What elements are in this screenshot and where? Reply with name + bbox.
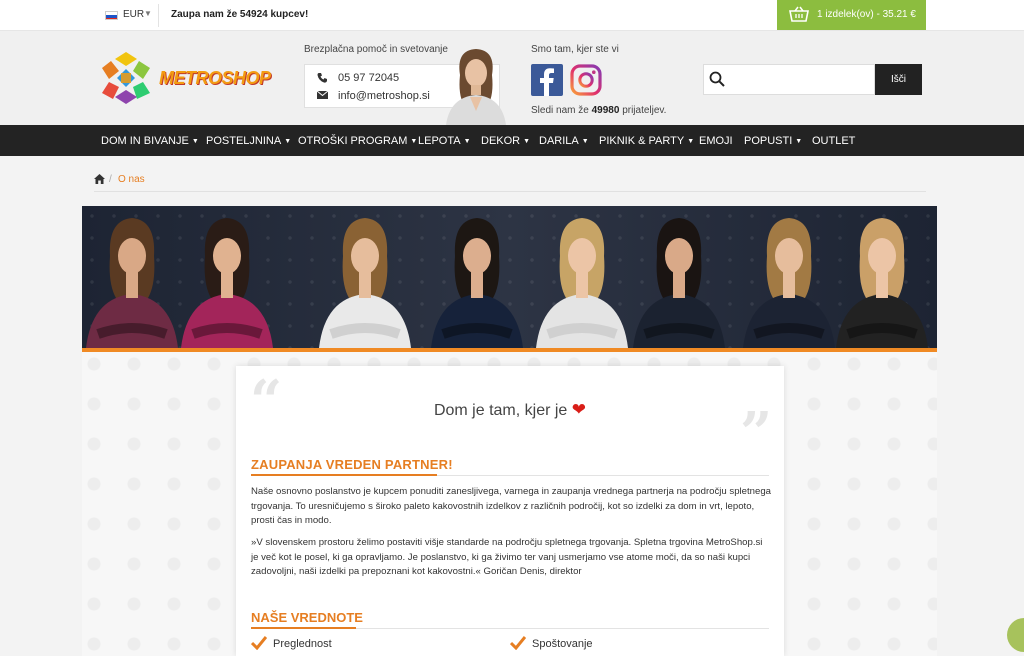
instagram-icon[interactable]	[570, 64, 602, 96]
paragraph-quote: »V slovenskem prostoru želimo postaviti …	[251, 537, 763, 577]
team-member	[743, 218, 835, 348]
mail-icon	[317, 91, 328, 99]
cart-summary: 1 izdelek(ov) - 35.21 €	[817, 9, 916, 20]
about-card: “ ” Dom je tam, kjer je ❤ ZAUPANJA VREDE…	[236, 366, 784, 656]
facebook-f-icon	[540, 68, 554, 96]
top-bar: EUR ▼ Zaupa nam že 54924 kupcev! 1 izdel…	[0, 0, 1024, 31]
nav-item-dom-in-bivanje[interactable]: DOM IN BIVANJE ▼	[101, 135, 199, 147]
metroshop-logo-icon	[102, 52, 150, 104]
heart-icon: ❤	[571, 400, 587, 419]
nav-item-lepota[interactable]: LEPOTA ▼	[418, 135, 471, 147]
cart-button[interactable]: 1 izdelek(ov) - 35.21 €	[777, 0, 926, 30]
logo[interactable]: METROSHOP	[97, 49, 271, 107]
breadcrumb-current: O nas	[118, 174, 145, 185]
heading-underline	[251, 474, 437, 476]
help-title: Brezplačna pomoč in svetovanje	[304, 44, 448, 55]
email-link[interactable]: info@metroshop.si	[338, 90, 430, 102]
caret-down-icon: ▼	[284, 138, 292, 145]
nav-item-outlet[interactable]: OUTLET	[812, 135, 858, 147]
team-member	[86, 218, 178, 348]
slovenia-flag-icon[interactable]	[105, 11, 118, 20]
nav-item-dekor[interactable]: DEKOR ▼	[481, 135, 530, 147]
team-member	[181, 218, 273, 348]
trust-message: Zaupa nam že 54924 kupcev!	[171, 9, 309, 20]
team-member	[319, 218, 411, 348]
team-member	[633, 218, 725, 348]
support-agent-photo	[446, 49, 506, 125]
phone-number[interactable]: 05 97 72045	[338, 72, 399, 84]
heading-underline	[251, 627, 356, 629]
motto: Dom je tam, kjer je ❤	[433, 400, 587, 419]
divider	[94, 191, 926, 192]
team-photo	[86, 218, 928, 348]
divider	[158, 4, 159, 27]
nav-item-popusti[interactable]: POPUSTI ▼	[744, 135, 802, 147]
heading-partner: ZAUPANJA VREDEN PARTNER!	[251, 457, 453, 472]
check-icon	[251, 636, 267, 650]
chevron-down-icon[interactable]: ▼	[144, 9, 152, 18]
paragraph-mission: Naše osnovno poslanstvo je kupcem ponudi…	[251, 486, 772, 526]
nav-item-otroski-program[interactable]: OTROŠKI PROGRAM ▼	[298, 135, 417, 147]
header: METROSHOP Brezplačna pomoč in svetovanje…	[0, 31, 1024, 125]
check-icon	[510, 636, 526, 650]
caret-down-icon: ▼	[463, 138, 471, 145]
caret-down-icon: ▼	[410, 138, 418, 145]
caret-down-icon: ▼	[523, 138, 531, 145]
social-title: Smo tam, kjer ste vi	[531, 44, 619, 55]
phone-icon	[317, 73, 327, 83]
nav-item-posteljnina[interactable]: POSTELJNINA ▼	[206, 135, 291, 147]
caret-down-icon: ▼	[687, 138, 695, 145]
currency-selector[interactable]: EUR	[123, 9, 144, 20]
follower-count: 49980	[591, 105, 620, 116]
main-nav: DOM IN BIVANJE ▼ POSTELJNINA ▼ OTROŠKI PRO…	[0, 125, 1024, 156]
team-banner	[82, 206, 937, 348]
nav-item-darila[interactable]: DARILA ▼	[539, 135, 589, 147]
heading-values: NAŠE VREDNOTE	[251, 610, 363, 625]
nav-item-emoji[interactable]: EMOJI	[699, 135, 736, 147]
breadcrumb-separator: /	[109, 174, 112, 185]
caret-down-icon: ▼	[581, 138, 589, 145]
logo-wordmark: METROSHOP	[159, 68, 271, 88]
search-icon	[709, 71, 725, 87]
home-icon[interactable]	[94, 174, 105, 184]
team-member	[536, 218, 628, 348]
team-member	[431, 218, 523, 348]
basket-icon	[789, 6, 809, 22]
facebook-icon[interactable]	[531, 64, 563, 96]
team-member	[836, 218, 928, 348]
follow-text: Sledi nam že 49980 prijateljev.	[531, 105, 667, 116]
caret-down-icon: ▼	[795, 138, 803, 145]
search-input[interactable]	[703, 64, 875, 95]
search-button[interactable]: Išči	[875, 64, 922, 95]
caret-down-icon: ▼	[191, 138, 199, 145]
chat-widget-button[interactable]	[1007, 618, 1024, 652]
nav-item-piknik-party[interactable]: PIKNIK & PARTY ▼	[599, 135, 694, 147]
